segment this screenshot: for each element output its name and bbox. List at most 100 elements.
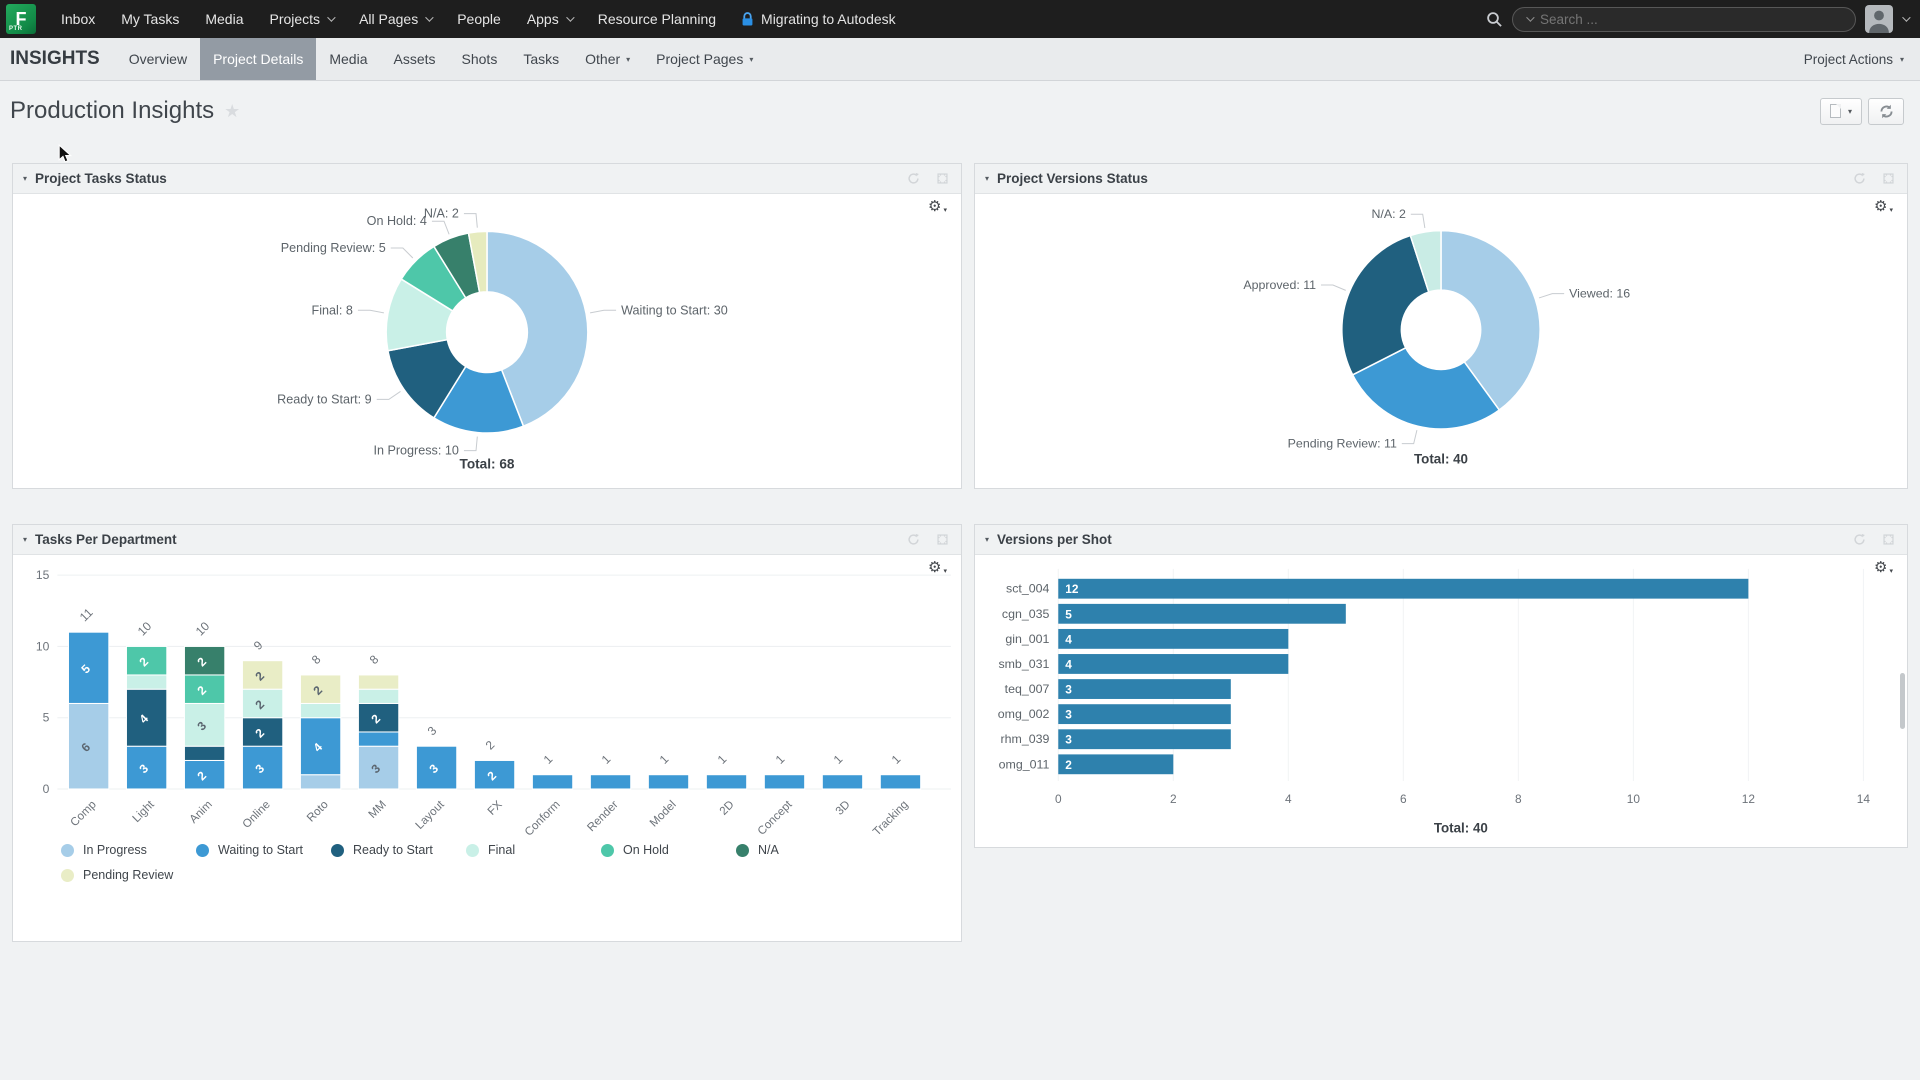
user-avatar[interactable] [1865, 5, 1893, 33]
bar-segment-final[interactable] [300, 703, 340, 717]
bar-segment-waiting-to-start[interactable] [822, 775, 862, 789]
legend-label: N/A [758, 843, 779, 857]
legend-item-in-progress[interactable]: In Progress [61, 843, 196, 857]
panel-refresh-icon[interactable] [907, 172, 920, 185]
donut-slice-approved[interactable] [1342, 236, 1429, 375]
tab-media[interactable]: Media [316, 38, 380, 80]
legend-item-on-hold[interactable]: On Hold [601, 843, 736, 857]
bar-total: 8 [367, 652, 382, 667]
bar-cgn-035[interactable] [1058, 604, 1346, 624]
bar-total: 1 [773, 752, 788, 767]
project-actions-button[interactable]: Project Actions ▾ [1804, 52, 1920, 67]
nav-item-all-pages[interactable]: All Pages [346, 0, 444, 38]
panel-expand-icon[interactable] [1882, 172, 1895, 185]
bar-segment-waiting-to-start[interactable] [706, 775, 746, 789]
search-input-container[interactable] [1512, 7, 1856, 32]
label-leader-line [1321, 285, 1346, 290]
slice-label: Pending Review: 11 [1288, 437, 1397, 451]
gear-icon: ⚙ [928, 199, 941, 214]
nav-item-apps[interactable]: Apps [514, 0, 585, 38]
tab-overview[interactable]: Overview [116, 38, 200, 80]
slice-label: In Progress: 10 [373, 444, 458, 458]
nav-item-my-tasks[interactable]: My Tasks [108, 0, 192, 38]
panel-expand-icon[interactable] [1882, 533, 1895, 546]
tasks-status-donut-chart: Waiting to Start: 30In Progress: 10Ready… [13, 194, 961, 491]
bar-total: 1 [541, 752, 556, 767]
bar-segment-final[interactable] [126, 675, 166, 689]
tab-project-pages[interactable]: Project Pages▾ [643, 38, 766, 80]
y-axis-tick: 15 [36, 568, 50, 582]
bar-value: 4 [1065, 632, 1072, 646]
collapse-toggle-icon[interactable]: ▾ [985, 535, 989, 544]
chart-settings-button[interactable]: ⚙▾ [928, 199, 947, 214]
panel-expand-icon[interactable] [936, 172, 949, 185]
legend-swatch [61, 869, 74, 882]
current-project-badge[interactable]: Migrating to Autodesk [729, 11, 908, 27]
legend-item-ready-to-start[interactable]: Ready to Start [331, 843, 466, 857]
nav-item-media[interactable]: Media [192, 0, 256, 38]
chart-settings-button[interactable]: ⚙▾ [928, 560, 947, 575]
bar-segment-waiting-to-start[interactable] [532, 775, 572, 789]
collapse-toggle-icon[interactable]: ▾ [985, 174, 989, 183]
bar-segment-final[interactable] [358, 689, 398, 703]
panel-expand-icon[interactable] [936, 533, 949, 546]
slice-label: Waiting to Start: 30 [621, 303, 728, 317]
chart-settings-button[interactable]: ⚙▾ [1874, 560, 1893, 575]
tab-project-details[interactable]: Project Details [200, 38, 316, 80]
bar-segment-waiting-to-start[interactable] [764, 775, 804, 789]
gear-icon: ⚙ [928, 560, 941, 575]
panel-scrollbar[interactable] [1900, 673, 1905, 729]
refresh-page-button[interactable] [1868, 98, 1904, 125]
collapse-toggle-icon[interactable]: ▾ [23, 174, 27, 183]
bar-segment-pending-review[interactable] [358, 675, 398, 689]
nav-item-projects[interactable]: Projects [256, 0, 346, 38]
legend-swatch [601, 844, 614, 857]
tab-shots[interactable]: Shots [449, 38, 511, 80]
search-icon[interactable] [1486, 11, 1503, 28]
export-button[interactable]: ▾ [1820, 98, 1862, 125]
bar-teq-007[interactable] [1058, 679, 1231, 699]
panel-refresh-icon[interactable] [1853, 172, 1866, 185]
collapse-toggle-icon[interactable]: ▾ [23, 535, 27, 544]
bar-segment-waiting-to-start[interactable] [358, 732, 398, 746]
versions-per-shot-bar-chart: 02468101214sct_00412cgn_0355gin_0014smb_… [975, 555, 1907, 843]
bar-smb-031[interactable] [1058, 654, 1288, 674]
chevron-down-icon[interactable] [1526, 13, 1534, 21]
bar-segment-in-progress[interactable] [300, 775, 340, 789]
y-axis-category: gin_001 [1005, 632, 1049, 646]
tab-other[interactable]: Other▾ [572, 38, 643, 80]
bar-segment-waiting-to-start[interactable] [880, 775, 920, 789]
search-input[interactable] [1540, 12, 1842, 27]
nav-item-resource-planning[interactable]: Resource Planning [585, 0, 729, 38]
x-axis-category: Roto [305, 799, 331, 825]
panel-title: Project Tasks Status [35, 171, 167, 186]
bar-segment-waiting-to-start[interactable] [590, 775, 630, 789]
bar-rhm-039[interactable] [1058, 729, 1231, 749]
legend-item-final[interactable]: Final [466, 843, 601, 857]
panel-refresh-icon[interactable] [907, 533, 920, 546]
bar-omg-002[interactable] [1058, 704, 1231, 724]
tab-assets[interactable]: Assets [381, 38, 449, 80]
y-axis-tick: 0 [43, 782, 50, 796]
nav-item-people[interactable]: People [444, 0, 514, 38]
panel-refresh-icon[interactable] [1853, 533, 1866, 546]
bar-sct-004[interactable] [1058, 579, 1748, 599]
x-axis-tick: 0 [1055, 792, 1062, 806]
bar-segment-waiting-to-start[interactable] [648, 775, 688, 789]
y-axis-category: smb_031 [998, 657, 1049, 671]
app-logo[interactable]: F PTR [6, 4, 36, 34]
legend-item-waiting-to-start[interactable]: Waiting to Start [196, 843, 331, 857]
bar-gin-001[interactable] [1058, 629, 1288, 649]
nav-item-inbox[interactable]: Inbox [48, 0, 108, 38]
tab-tasks[interactable]: Tasks [510, 38, 572, 80]
legend-item-pending-review[interactable]: Pending Review [61, 868, 196, 882]
favorite-star-icon[interactable]: ★ [224, 101, 240, 122]
legend-item-n-a[interactable]: N/A [736, 843, 871, 857]
chart-settings-button[interactable]: ⚙▾ [1874, 199, 1893, 214]
slice-label: Final: 8 [312, 303, 353, 317]
bar-segment-ready-to-start[interactable] [184, 746, 224, 760]
bar-omg-011[interactable] [1058, 754, 1173, 774]
panel-title: Versions per Shot [997, 532, 1112, 547]
x-axis-tick: 10 [1627, 792, 1641, 806]
user-menu-chevron-icon[interactable] [1902, 13, 1910, 21]
